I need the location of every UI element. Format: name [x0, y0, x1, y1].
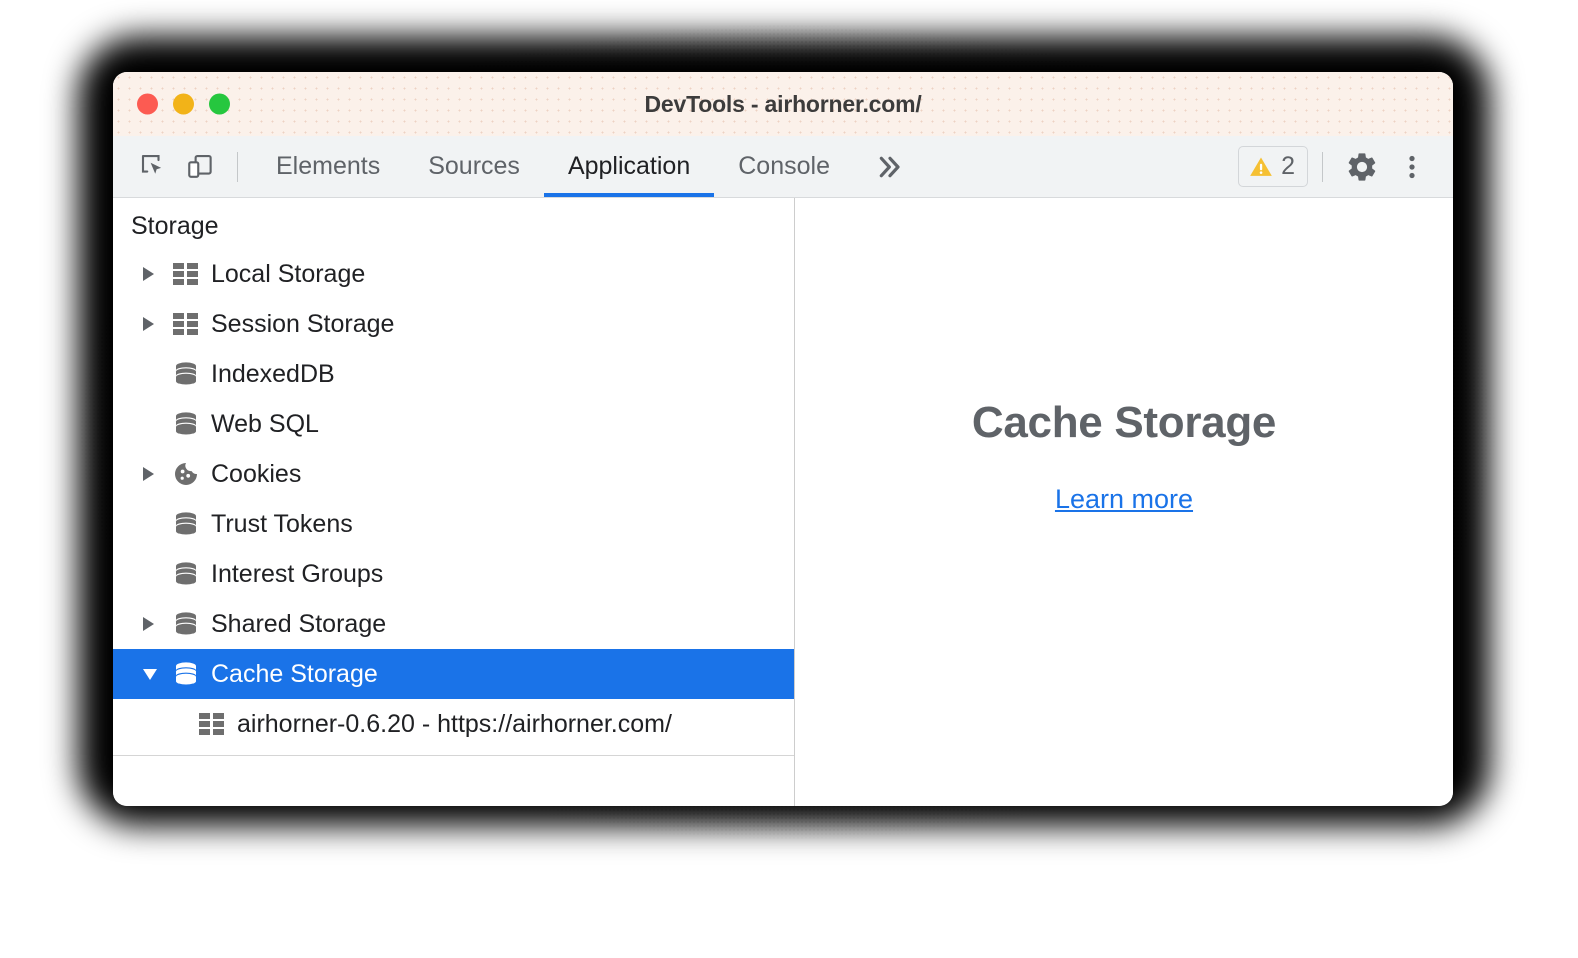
sidebar-item-indexeddb[interactable]: IndexedDB: [113, 349, 794, 399]
main-content-pane: Cache Storage Learn more: [795, 198, 1453, 806]
tree-separator: [113, 755, 794, 756]
devtools-window: DevTools - airhorner.com/ Elements Sourc…: [113, 72, 1453, 806]
sidebar-item-label: airhorner-0.6.20 - https://airhorner.com…: [237, 709, 672, 738]
table-grid-icon: [169, 312, 203, 336]
sidebar-item-label: Shared Storage: [211, 609, 387, 638]
sidebar-item-label: Trust Tokens: [211, 509, 353, 538]
database-icon: [169, 410, 203, 438]
sidebar-item-trust-tokens[interactable]: Trust Tokens: [113, 499, 794, 549]
table-grid-icon: [195, 712, 229, 736]
sidebar-item-label: Local Storage: [211, 259, 366, 288]
storage-sidebar: Storage Local Storage Session Storage In…: [113, 198, 795, 806]
expand-triangle-icon[interactable]: [143, 317, 169, 331]
toolbar-right-group: 2: [1238, 136, 1437, 197]
database-icon: [169, 610, 203, 638]
devtools-toolbar: Elements Sources Application Console 2: [113, 136, 1453, 198]
database-icon: [169, 360, 203, 388]
sidebar-item-label: Cookies: [211, 459, 302, 488]
sidebar-item-local-storage[interactable]: Local Storage: [113, 249, 794, 299]
inspect-element-icon[interactable]: [131, 144, 177, 190]
window-title: DevTools - airhorner.com/: [644, 90, 922, 117]
device-toolbar-icon[interactable]: [177, 144, 223, 190]
sidebar-section-header: Storage: [131, 212, 219, 240]
sidebar-item-cache-entry[interactable]: airhorner-0.6.20 - https://airhorner.com…: [113, 699, 794, 749]
sidebar-item-label: Web SQL: [211, 409, 319, 438]
expand-triangle-icon[interactable]: [143, 617, 169, 631]
sidebar-item-session-storage[interactable]: Session Storage: [113, 299, 794, 349]
sidebar-item-web-sql[interactable]: Web SQL: [113, 399, 794, 449]
table-grid-icon: [169, 262, 203, 286]
warning-count-badge[interactable]: 2: [1238, 146, 1308, 187]
sidebar-item-shared-storage[interactable]: Shared Storage: [113, 599, 794, 649]
learn-more-link[interactable]: Learn more: [1055, 484, 1193, 515]
minimize-button[interactable]: [173, 93, 194, 115]
tab-console[interactable]: Console: [714, 136, 854, 197]
sidebar-item-cookies[interactable]: Cookies: [113, 449, 794, 499]
expand-triangle-icon[interactable]: [143, 267, 169, 281]
more-tabs-icon[interactable]: [854, 136, 922, 197]
close-button[interactable]: [137, 93, 158, 115]
cookie-icon: [169, 460, 203, 488]
page-title: Cache Storage: [971, 398, 1277, 447]
gear-icon[interactable]: [1337, 142, 1387, 192]
database-icon: [169, 510, 203, 538]
tab-application[interactable]: Application: [543, 136, 715, 197]
sidebar-item-label: Session Storage: [211, 309, 395, 338]
panel-tabs: Elements Sources Application Console: [252, 136, 922, 197]
warning-count-label: 2: [1281, 152, 1295, 180]
toolbar-divider: [237, 151, 238, 182]
collapse-triangle-icon[interactable]: [143, 668, 169, 680]
warning-triangle-icon: [1250, 156, 1272, 176]
title-bar: DevTools - airhorner.com/: [113, 72, 1453, 136]
sidebar-item-label: IndexedDB: [211, 359, 335, 388]
screenshot-canvas: DevTools - airhorner.com/ Elements Sourc…: [0, 0, 1578, 958]
panel-body: Storage Local Storage Session Storage In…: [113, 198, 1453, 806]
traffic-lights: [137, 93, 230, 115]
sidebar-item-cache-storage[interactable]: Cache Storage: [113, 649, 794, 699]
sidebar-item-label: Interest Groups: [211, 559, 384, 588]
database-icon: [169, 560, 203, 588]
toolbar-divider-right: [1322, 151, 1323, 182]
tab-sources[interactable]: Sources: [404, 136, 544, 197]
sidebar-item-label: Cache Storage: [211, 659, 378, 688]
sidebar-item-interest-groups[interactable]: Interest Groups: [113, 549, 794, 599]
zoom-button[interactable]: [209, 93, 230, 115]
kebab-menu-icon[interactable]: [1387, 142, 1437, 192]
tab-elements[interactable]: Elements: [252, 136, 404, 197]
storage-tree: Local Storage Session Storage IndexedDB …: [113, 249, 794, 756]
expand-triangle-icon[interactable]: [143, 467, 169, 481]
database-icon: [169, 660, 203, 688]
